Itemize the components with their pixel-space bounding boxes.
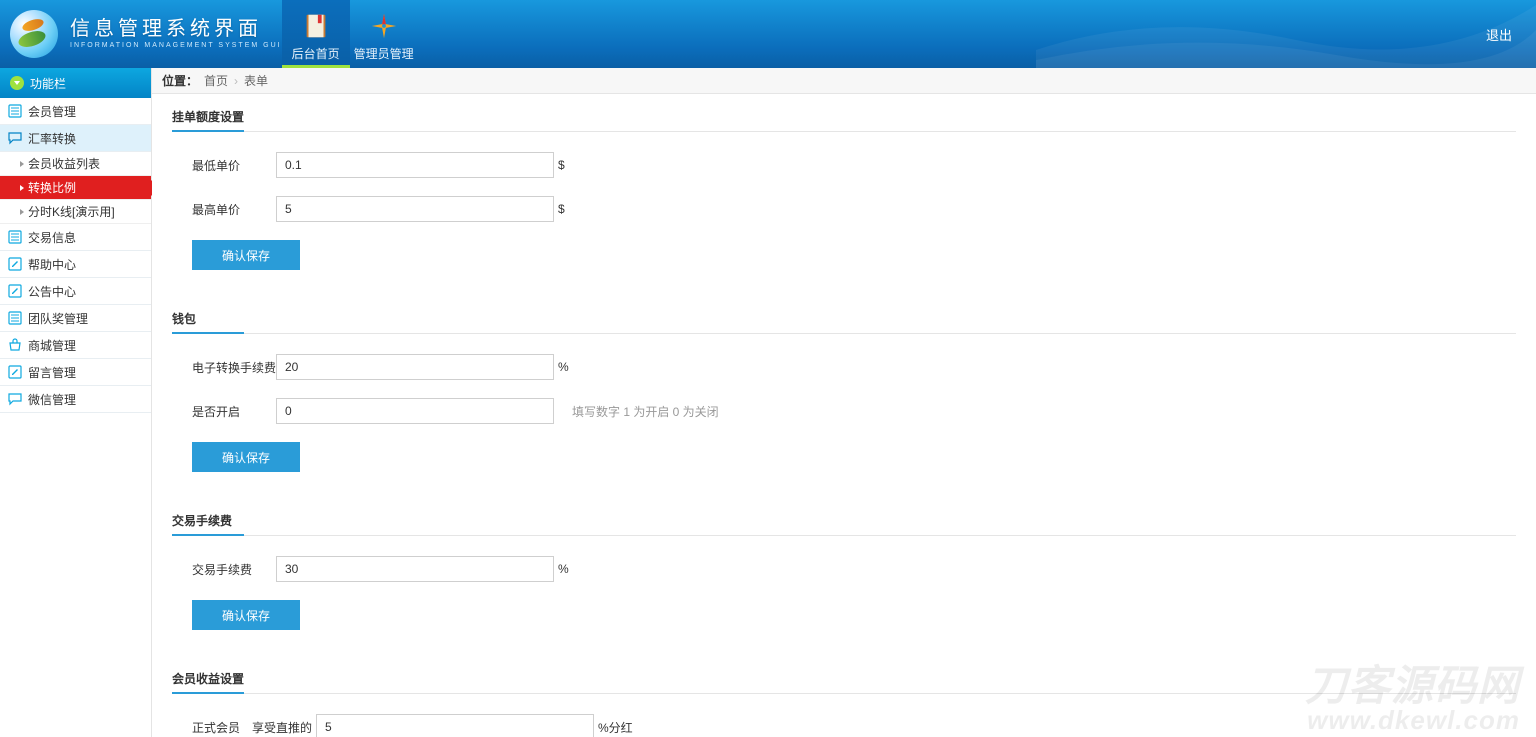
sidebar-item-label: 会员管理 (28, 103, 76, 120)
section-wallet: 钱包 电子转换手续费 % 是否开启 填写数字 1 为开启 0 为关闭 确认保存 (172, 310, 1516, 472)
sidebar-sub-label: 分时K线[演示用] (28, 203, 115, 220)
breadcrumb-sep: › (234, 74, 238, 88)
edit-icon (8, 284, 22, 298)
breadcrumb-part: 表单 (244, 72, 268, 89)
list-icon (8, 230, 22, 244)
unit-suffix: $ (558, 158, 565, 172)
sidebar-item-label: 公告中心 (28, 283, 76, 300)
list-icon (8, 311, 22, 325)
member-income-input[interactable] (316, 714, 594, 737)
sidebar-item-label: 团队奖管理 (28, 310, 88, 327)
section-member-income: 会员收益设置 正式会员 享受直推的 %分红 (172, 670, 1516, 737)
logout-link[interactable]: 退出 (1486, 25, 1512, 44)
min-price-input[interactable] (276, 152, 554, 178)
unit-suffix: $ (558, 202, 565, 216)
compass-icon (369, 11, 399, 41)
tab-label: 后台首页 (292, 45, 340, 62)
sidebar-item-member[interactable]: 会员管理 (0, 98, 151, 125)
section-title: 挂单额度设置 (172, 108, 1516, 132)
form-label: 最低单价 (192, 157, 276, 174)
sidebar-item-label: 帮助中心 (28, 256, 76, 273)
inline-label: 享受直推的 (252, 719, 312, 736)
sidebar-item-trade[interactable]: 交易信息 (0, 224, 151, 251)
sidebar-item-label: 汇率转换 (28, 130, 76, 147)
chat-icon (8, 392, 22, 406)
save-button[interactable]: 确认保存 (192, 240, 300, 270)
form-label: 是否开启 (192, 403, 276, 420)
max-price-input[interactable] (276, 196, 554, 222)
edit-icon (8, 365, 22, 379)
edit-icon (8, 257, 22, 271)
sidebar-item-notice[interactable]: 公告中心 (0, 278, 151, 305)
section-trade-fee: 交易手续费 交易手续费 % 确认保存 (172, 512, 1516, 630)
section-order-limit: 挂单额度设置 最低单价 $ 最高单价 $ 确认保存 (172, 108, 1516, 270)
tab-admin[interactable]: 管理员管理 (350, 0, 418, 68)
app-header: 信息管理系统界面 INFORMATION MANAGEMENT SYSTEM G… (0, 0, 1536, 68)
sidebar-sub-kline[interactable]: 分时K线[演示用] (0, 200, 151, 224)
unit-suffix: %分红 (598, 719, 633, 736)
sidebar-sub-label: 转换比例 (28, 179, 76, 196)
form-row-enable: 是否开启 填写数字 1 为开启 0 为关闭 (172, 398, 1516, 424)
main-area[interactable]: 位置： 首页 › 表单 挂单额度设置 最低单价 $ 最高单价 $ 确认保存 (152, 68, 1536, 737)
form-row-min-price: 最低单价 $ (172, 152, 1516, 178)
header-wave-decoration (1036, 0, 1536, 68)
header-right: 退出 (1486, 0, 1536, 68)
sidebar-item-label: 微信管理 (28, 391, 76, 408)
sidebar-item-mall[interactable]: 商城管理 (0, 332, 151, 359)
sidebar-item-label: 商城管理 (28, 337, 76, 354)
sidebar-title[interactable]: 功能栏 (0, 68, 151, 98)
logo-text: 信息管理系统界面 INFORMATION MANAGEMENT SYSTEM G… (70, 19, 282, 49)
section-title: 交易手续费 (172, 512, 1516, 536)
app-title: 信息管理系统界面 (70, 19, 282, 39)
breadcrumb-prefix: 位置： (162, 72, 198, 89)
e-fee-input[interactable] (276, 354, 554, 380)
sidebar-item-label: 留言管理 (28, 364, 76, 381)
unit-suffix: % (558, 360, 569, 374)
tab-label: 管理员管理 (354, 45, 414, 62)
chat-icon (8, 131, 22, 145)
form-label: 交易手续费 (192, 561, 276, 578)
form-label: 电子转换手续费 (192, 359, 276, 376)
form-label: 最高单价 (192, 201, 276, 218)
sidebar-item-help[interactable]: 帮助中心 (0, 251, 151, 278)
form-hint: 填写数字 1 为开启 0 为关闭 (572, 403, 719, 420)
sidebar-item-rate[interactable]: 汇率转换 (0, 125, 151, 152)
form-row-member-income: 正式会员 享受直推的 %分红 (172, 714, 1516, 737)
book-icon (301, 11, 331, 41)
save-button[interactable]: 确认保存 (192, 442, 300, 472)
form-row-max-price: 最高单价 $ (172, 196, 1516, 222)
shop-icon (8, 338, 22, 352)
unit-suffix: % (558, 562, 569, 576)
content: 挂单额度设置 最低单价 $ 最高单价 $ 确认保存 钱包 电子转换手续费 (152, 94, 1536, 737)
list-icon (8, 104, 22, 118)
sidebar-item-team[interactable]: 团队奖管理 (0, 305, 151, 332)
chevron-down-icon (10, 76, 24, 90)
trade-fee-input[interactable] (276, 556, 554, 582)
logo-area: 信息管理系统界面 INFORMATION MANAGEMENT SYSTEM G… (0, 0, 282, 68)
breadcrumb: 位置： 首页 › 表单 (152, 68, 1536, 94)
section-title: 钱包 (172, 310, 1516, 334)
save-button[interactable]: 确认保存 (192, 600, 300, 630)
form-row-trade-fee: 交易手续费 % (172, 556, 1516, 582)
sidebar-sub-convert-ratio[interactable]: 转换比例 (0, 176, 151, 200)
app-subtitle: INFORMATION MANAGEMENT SYSTEM GUI (70, 42, 282, 49)
sidebar-item-message[interactable]: 留言管理 (0, 359, 151, 386)
section-title: 会员收益设置 (172, 670, 1516, 694)
sidebar-sub-income-list[interactable]: 会员收益列表 (0, 152, 151, 176)
sidebar-title-label: 功能栏 (30, 75, 66, 92)
enable-input[interactable] (276, 398, 554, 424)
form-label: 正式会员 (192, 719, 252, 736)
sidebar-item-label: 交易信息 (28, 229, 76, 246)
tab-home[interactable]: 后台首页 (282, 0, 350, 68)
logo-icon (10, 10, 58, 58)
sidebar-sub-label: 会员收益列表 (28, 155, 100, 172)
top-tabs: 后台首页 管理员管理 (282, 0, 418, 68)
sidebar: 功能栏 会员管理 汇率转换 会员收益列表 转换比例 分时K线[演示用] 交易信息… (0, 68, 152, 737)
sidebar-item-wechat[interactable]: 微信管理 (0, 386, 151, 413)
breadcrumb-part[interactable]: 首页 (204, 72, 228, 89)
form-row-e-fee: 电子转换手续费 % (172, 354, 1516, 380)
